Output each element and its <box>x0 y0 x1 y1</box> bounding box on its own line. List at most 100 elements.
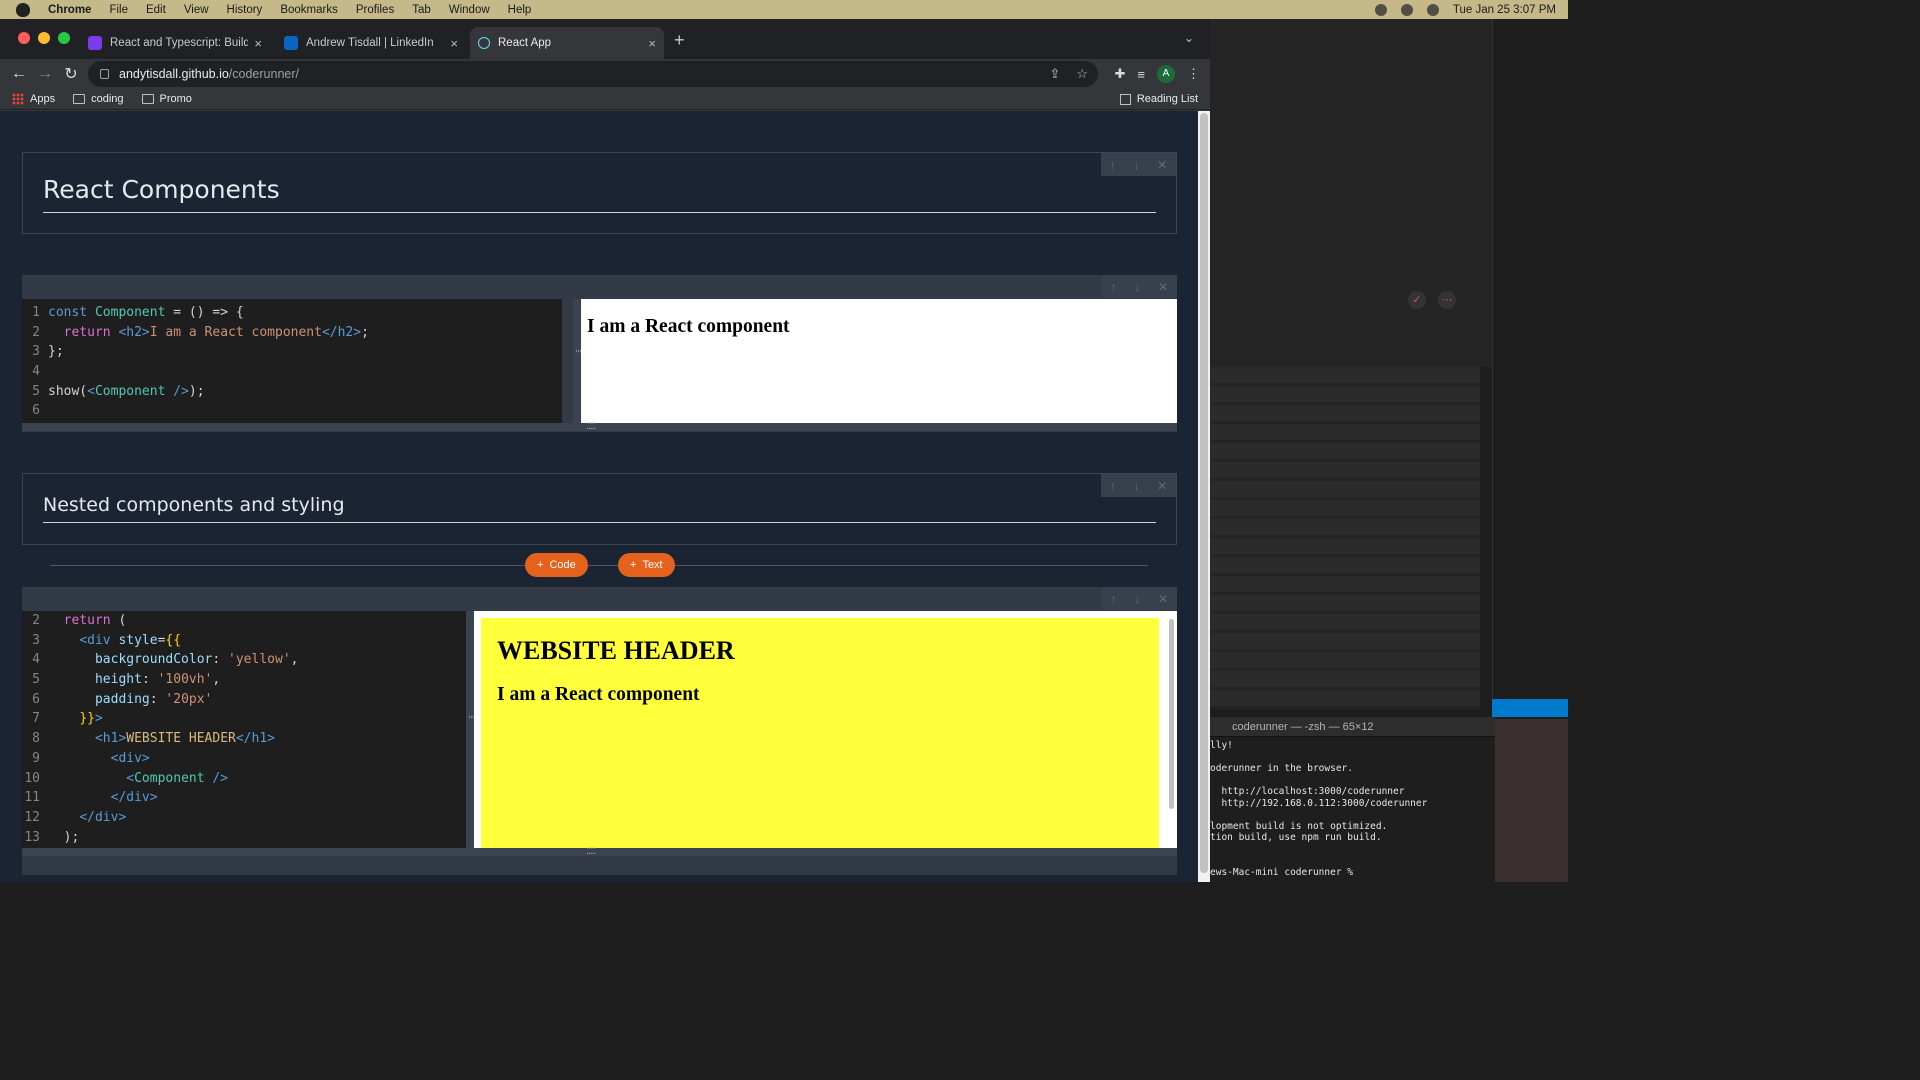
close-window-button[interactable] <box>18 32 30 44</box>
move-down-icon[interactable]: ↓ <box>1134 280 1140 294</box>
close-icon[interactable]: × <box>648 36 656 51</box>
tab-title: React and Typescript: Build a P <box>110 37 249 49</box>
line-number: 6 <box>32 403 40 419</box>
panel-area <box>1210 19 1492 367</box>
bookmark-star-icon[interactable]: ☆ <box>1076 66 1088 82</box>
move-up-icon[interactable]: ↑ <box>1110 479 1116 493</box>
line-number: 2 <box>32 324 40 340</box>
forward-icon[interactable]: → <box>32 65 58 83</box>
reading-list[interactable]: Reading List <box>1119 93 1198 105</box>
code-text: }}> <box>79 711 103 727</box>
tab-strip: React and Typescript: Build a P × Andrew… <box>0 19 1210 59</box>
code-line: 2 return ( <box>22 611 466 631</box>
page-scrollbar[interactable] <box>1198 111 1210 882</box>
bookmark-folder-promo[interactable]: Promo <box>141 93 192 105</box>
clock[interactable]: Tue Jan 25 3:07 PM <box>1453 4 1556 16</box>
preview-scrollbar[interactable] <box>1169 619 1174 809</box>
scrollbar-thumb[interactable] <box>1200 113 1208 873</box>
search-icon[interactable] <box>1400 3 1413 16</box>
more-menu-icon[interactable]: ⋮ <box>1187 66 1200 82</box>
text-cell-2[interactable]: Nested components and styling ↑ ↓ ✕ <box>22 473 1177 545</box>
preview-frame[interactable]: WEBSITE HEADER I am a React component <box>474 611 1177 850</box>
vertical-resize-handle[interactable]: ⁚⁚⁚⁚⁚ <box>22 421 1177 431</box>
share-icon[interactable]: ⇪ <box>1049 66 1060 82</box>
status-area: Tue Jan 25 3:07 PM <box>1374 0 1556 19</box>
move-down-icon[interactable]: ↓ <box>1134 592 1140 606</box>
course-icon <box>88 36 102 50</box>
close-icon[interactable]: × <box>254 36 262 51</box>
code-line: 13 ); <box>22 828 466 848</box>
bookmarks-bar: Apps coding Promo Reading List <box>0 89 1210 110</box>
code-text: show(<Component />); <box>48 383 205 399</box>
back-icon[interactable]: ← <box>6 65 32 83</box>
line-number: 2 <box>32 613 40 628</box>
minimize-window-button[interactable] <box>38 32 50 44</box>
menu-item-edit[interactable]: Edit <box>137 4 175 16</box>
text-cell-1[interactable]: React Components ↑ ↓ ✕ <box>22 152 1177 234</box>
new-tab-icon[interactable]: + <box>674 30 685 51</box>
line-number: 6 <box>32 691 40 707</box>
check-icon[interactable]: ✓ <box>1408 291 1426 309</box>
menu-item-window[interactable]: Window <box>440 4 499 16</box>
code-text: ); <box>48 829 80 845</box>
code-line: 5 show(<Component />); <box>22 382 562 402</box>
menu-item-view[interactable]: View <box>175 4 218 16</box>
code-editor[interactable]: 1 const Component = () => {2 return <h2>I… <box>22 299 562 423</box>
lock-icon[interactable] <box>100 69 109 79</box>
minimap <box>1492 19 1568 709</box>
bookmark-apps[interactable]: Apps <box>12 93 55 105</box>
add-text-button[interactable]: + Text <box>618 553 675 577</box>
zoom-window-button[interactable] <box>58 32 70 44</box>
media-icon[interactable]: ≡ <box>1137 67 1145 82</box>
delete-icon[interactable]: ✕ <box>1157 158 1167 172</box>
move-down-icon[interactable]: ↓ <box>1133 158 1139 172</box>
vertical-resize-handle[interactable]: ⁚⁚⁚⁚⁚ <box>22 846 1177 856</box>
move-up-icon[interactable]: ↑ <box>1110 158 1116 172</box>
terminal-window[interactable]: coderunner — -zsh — 65×12 lly! oderunner … <box>1210 717 1495 882</box>
menu-item-help[interactable]: Help <box>499 4 541 16</box>
menu-item-history[interactable]: History <box>218 4 272 16</box>
cell-controls: ↑ ↓ ✕ <box>1101 153 1176 176</box>
bookmark-folder-coding[interactable]: coding <box>73 93 124 105</box>
wifi-icon[interactable] <box>1374 3 1387 16</box>
terminal-title: coderunner — -zsh — 65×12 <box>1210 717 1495 737</box>
preview-frame[interactable]: I am a React component <box>581 299 1177 423</box>
delete-icon[interactable]: ✕ <box>1158 280 1168 294</box>
tab-linkedin[interactable]: Andrew Tisdall | LinkedIn × <box>276 27 466 59</box>
menu-item-tab[interactable]: Tab <box>403 4 440 16</box>
preview-heading: I am a React component <box>497 684 700 705</box>
code-text: height: '100vh', <box>94 672 221 688</box>
status-bar <box>1492 699 1568 717</box>
more-icon[interactable]: ⋯ <box>1438 291 1456 309</box>
code-editor[interactable]: 2 return (3 <div style={{4 backgroundCol… <box>22 611 466 848</box>
move-up-icon[interactable]: ↑ <box>1111 280 1117 294</box>
apple-icon[interactable] <box>16 2 30 17</box>
menu-item-bookmarks[interactable]: Bookmarks <box>271 4 347 16</box>
tab-course[interactable]: React and Typescript: Build a P × <box>80 27 270 59</box>
horizontal-resize-handle[interactable]: ⁞⁞ <box>573 299 584 423</box>
delete-icon[interactable]: ✕ <box>1157 479 1167 493</box>
linkedin-icon <box>284 36 298 50</box>
horizontal-resize-handle[interactable]: ⁞⁞ <box>466 611 477 848</box>
menu-item-file[interactable]: File <box>100 4 137 16</box>
address-host: andytisdall.github.io <box>119 67 229 81</box>
code-line: 3}; <box>22 342 562 362</box>
menu-item-profiles[interactable]: Profiles <box>347 4 403 16</box>
control-center-icon[interactable] <box>1426 3 1439 16</box>
close-icon[interactable]: × <box>450 36 458 51</box>
add-code-button[interactable]: + Code <box>525 553 588 577</box>
reload-icon[interactable]: ↻ <box>58 64 84 84</box>
move-up-icon[interactable]: ↑ <box>1111 592 1117 606</box>
extensions-icon[interactable]: ✚ <box>1115 66 1126 82</box>
move-down-icon[interactable]: ↓ <box>1133 479 1139 493</box>
menu-app-name[interactable]: Chrome <box>42 4 100 16</box>
code-text: }; <box>48 344 64 360</box>
delete-icon[interactable]: ✕ <box>1158 592 1168 606</box>
tab-react-app[interactable]: React App × <box>470 27 664 59</box>
code-cell-1: ↑ ↓ ✕ 1 const Component = () => {2 return <… <box>22 275 1177 432</box>
tab-search-icon[interactable]: ⌄ <box>1184 31 1194 45</box>
avatar[interactable]: A <box>1157 65 1175 83</box>
address-bar[interactable]: andytisdall.github.io/coderunner/ ⇪ ☆ <box>88 61 1098 87</box>
